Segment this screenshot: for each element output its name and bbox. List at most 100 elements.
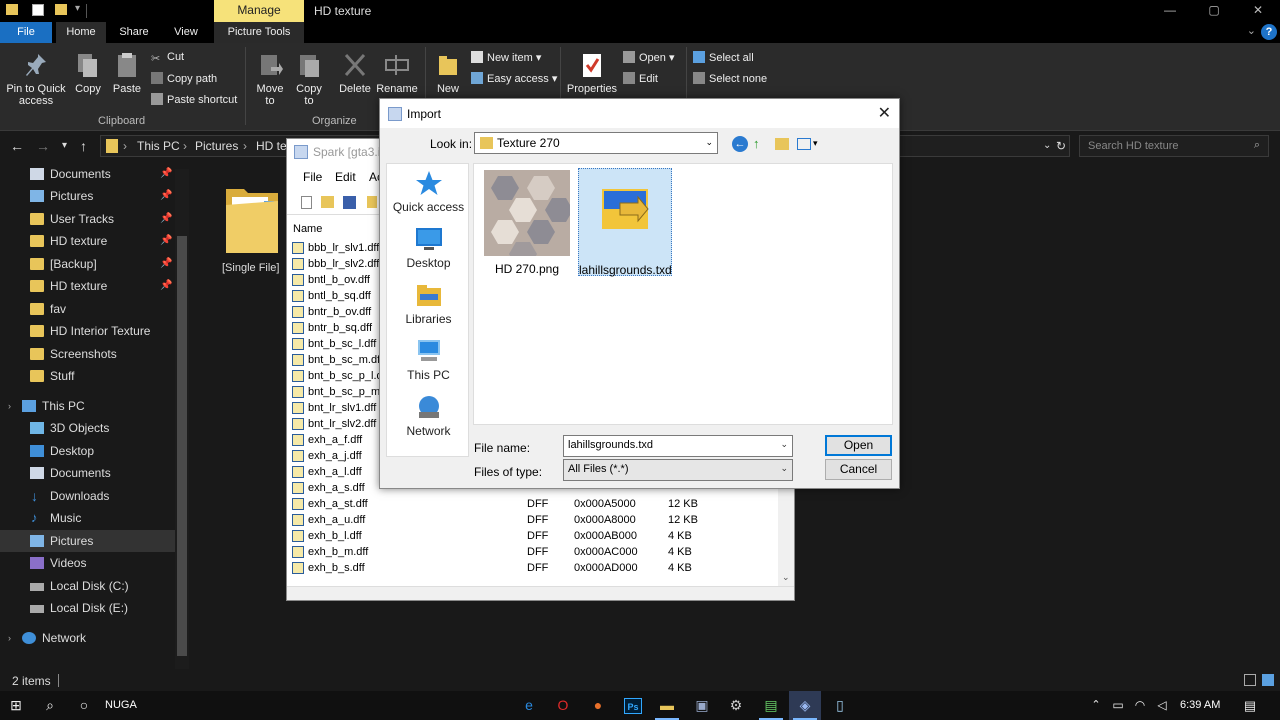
open-folder-icon[interactable] [321,196,334,208]
nav-item-this-pc[interactable]: › This PC [0,395,175,417]
photos-icon[interactable]: ▣ [686,691,718,720]
spark-taskbar-icon[interactable]: ◈ [789,691,821,720]
select-all-button[interactable]: Select all [693,51,754,64]
nav-item-screenshots[interactable]: Screenshots [0,343,175,365]
copy-path-button[interactable]: Copy path [151,72,217,85]
copy-to-button[interactable]: Copy to [292,51,326,107]
spark-file-row[interactable]: exh_a_st.dff DFF 0x000A5000 12 KB [287,496,777,512]
paste-shortcut-button[interactable]: Paste shortcut [151,93,237,106]
nav-item-network[interactable]: › Network [0,627,175,649]
new-folder-icon[interactable] [775,138,789,150]
folder-icon[interactable] [367,196,377,208]
easy-access-button[interactable]: Easy access ▾ [471,72,557,85]
new-folder-button[interactable]: New [432,51,464,95]
chevron-down-icon[interactable]: ⌄ [1247,24,1256,37]
files-of-type-select[interactable]: All Files (*.*) ⌄ [563,459,793,481]
tab-share[interactable]: Share [110,22,158,43]
up-arrow-icon[interactable]: ↑ [80,138,87,154]
nav-item-videos[interactable]: Videos [0,552,175,574]
file-item-png[interactable]: HD 270.png [482,170,572,276]
details-view-icon[interactable] [1244,674,1256,686]
up-folder-icon[interactable]: ↑ [753,136,760,151]
tab-view[interactable]: View [162,22,210,43]
look-in-dropdown[interactable]: Texture 270 ⌄ [474,132,718,154]
minimize-button[interactable]: — [1160,2,1180,18]
edit-button[interactable]: Edit [623,72,658,85]
pin-quick-access-button[interactable]: Pin to Quick access [4,51,68,107]
back-arrow-icon[interactable]: ← [10,138,24,154]
recent-locations-chevron-icon[interactable]: ▾ [62,140,67,151]
tab-home[interactable]: Home [56,22,106,43]
chevron-down-icon[interactable]: ▾ [813,138,818,149]
taskbar-search-text[interactable]: NUGA [105,699,137,711]
spark-horizontal-scrollbar[interactable] [287,586,794,600]
chevron-down-icon[interactable]: ⌄ [780,463,788,474]
nav-item-local-disk-e[interactable]: Local Disk (E:) [0,597,175,619]
search-input[interactable]: Search HD texture ⌕ [1079,135,1269,157]
properties-button[interactable]: Properties [566,51,618,95]
spark-menu-edit[interactable]: Edit [335,170,356,184]
large-icons-view-icon[interactable] [1262,674,1274,686]
paste-button[interactable]: Paste [110,51,144,95]
move-to-button[interactable]: Move to [252,51,288,107]
nav-item-documents[interactable]: Documents 📌 [0,163,175,185]
view-menu-icon[interactable] [797,138,811,150]
manage-context-tab[interactable]: Manage [214,0,304,22]
select-none-button[interactable]: Select none [693,72,767,85]
new-folder-icon[interactable] [55,4,67,15]
expand-chevron-icon[interactable]: › [8,395,11,417]
spark-file-row[interactable]: exh_b_s.dff DFF 0x000AD000 4 KB [287,560,777,576]
pin-icon[interactable]: 📌 [160,185,172,207]
settings-gear-icon[interactable]: ⚙ [720,691,752,720]
spark-file-row[interactable]: exh_b_m.dff DFF 0x000AC000 4 KB [287,544,777,560]
tab-file[interactable]: File [0,22,52,43]
spark-menu-file[interactable]: File [303,170,322,184]
place-this-pc[interactable]: This PC [387,338,470,382]
nav-item-3d-objects[interactable]: 3D Objects [0,417,175,439]
start-windows-icon[interactable]: ⊞ [0,691,32,720]
address-dropdown-chevron-icon[interactable]: ⌄ [1043,140,1051,151]
pin-icon[interactable]: 📌 [160,163,172,185]
refresh-icon[interactable]: ↻ [1056,139,1066,153]
cut-button[interactable]: ✂ Cut [151,51,184,65]
nav-item-music[interactable]: ♪ Music [0,507,175,529]
cancel-button[interactable]: Cancel [825,459,892,480]
photoshop-icon[interactable]: Ps [617,691,649,720]
file-explorer-icon[interactable]: ▬ [651,691,683,720]
save-icon[interactable] [343,196,356,209]
nav-item-user-tracks[interactable]: User Tracks 📌 [0,208,175,230]
close-icon[interactable]: ✕ [878,103,891,123]
nav-item-stuff[interactable]: Stuff [0,365,175,387]
nav-item-downloads[interactable]: ↓ Downloads [0,485,175,507]
nav-item-fav[interactable]: fav [0,298,175,320]
new-item-button[interactable]: New item ▾ [471,51,541,64]
taskbar-clock[interactable]: 6:39 AM [1180,699,1220,711]
open-button[interactable]: Open [825,435,892,456]
tab-picture-tools[interactable]: Picture Tools [214,22,304,43]
pin-icon[interactable]: 📌 [160,230,172,252]
properties-check-icon[interactable] [32,4,44,16]
place-network[interactable]: Network [387,394,470,438]
open-button[interactable]: Open ▾ [623,51,675,64]
pin-icon[interactable]: 📌 [160,253,172,275]
place-libraries[interactable]: Libraries [387,282,470,326]
nav-item-pictures-pc[interactable]: Pictures [0,530,175,552]
notification-center-icon[interactable]: ▤ [1234,691,1266,720]
place-desktop[interactable]: Desktop [387,226,470,270]
nav-item-pictures[interactable]: Pictures 📌 [0,185,175,207]
nav-item-documents-pc[interactable]: Documents [0,462,175,484]
copy-button[interactable]: Copy [72,51,104,95]
chevron-down-icon[interactable]: ▾ [75,3,80,14]
nav-item-local-disk-c[interactable]: Local Disk (C:) [0,575,175,597]
new-file-icon[interactable] [301,196,312,209]
file-item-txd-selected[interactable]: lahillsgrounds.txd [578,168,672,277]
forward-arrow-icon[interactable]: → [36,138,50,154]
breadcrumb-hd-texture[interactable]: HD te [256,139,287,153]
folder-label[interactable]: [Single File] [222,262,279,274]
search-icon[interactable]: ⌕ [34,691,66,720]
volume-icon[interactable]: ◁ [1146,691,1178,720]
breadcrumb-this-pc[interactable]: This PC [137,139,180,153]
breadcrumb-pictures[interactable]: Pictures [195,139,238,153]
expand-chevron-icon[interactable]: › [8,627,11,649]
rename-button[interactable]: Rename [376,51,418,95]
